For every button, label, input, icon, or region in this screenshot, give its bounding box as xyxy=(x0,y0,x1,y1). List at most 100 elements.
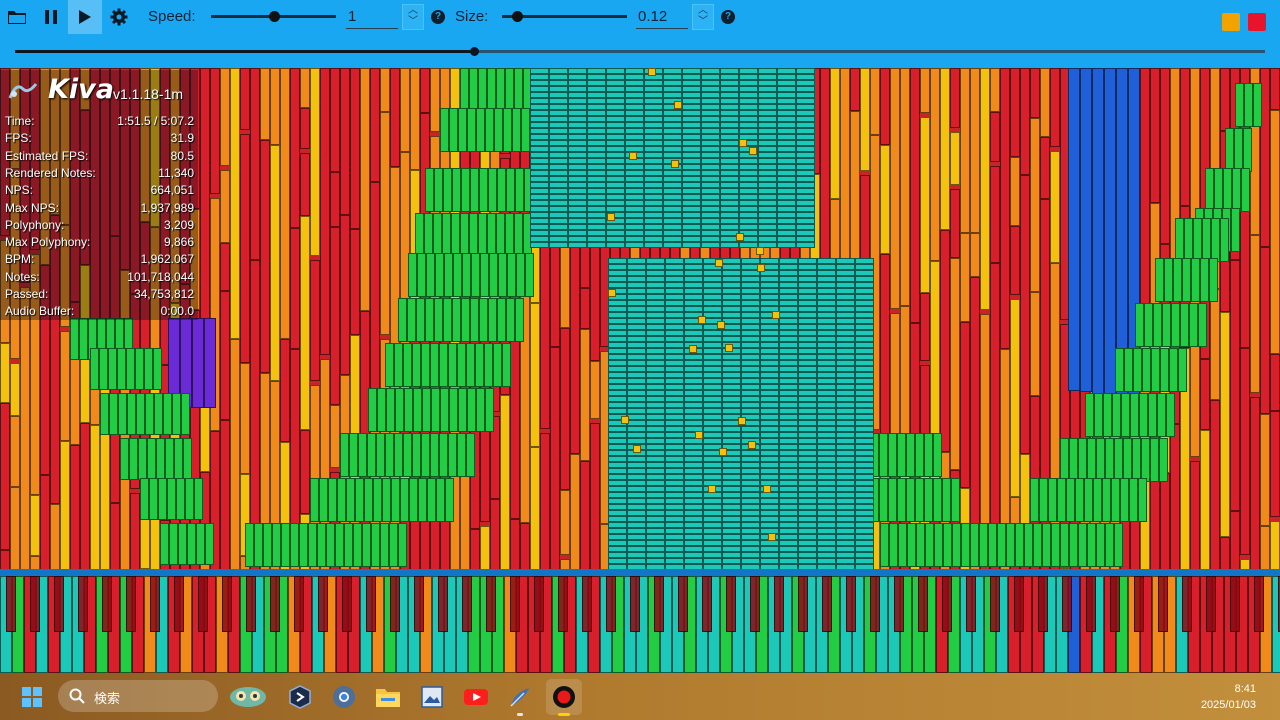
open-file-button[interactable] xyxy=(0,0,34,34)
note xyxy=(879,478,888,522)
note xyxy=(320,68,330,355)
note xyxy=(621,416,629,424)
piano-key-black xyxy=(198,576,208,632)
note xyxy=(1210,289,1220,401)
feather-app-icon xyxy=(510,688,529,707)
note xyxy=(118,393,127,435)
note xyxy=(337,478,346,522)
note xyxy=(990,262,1000,560)
piano-key-black xyxy=(1086,576,1096,632)
taskbar-app-feather[interactable] xyxy=(502,679,538,716)
note xyxy=(880,68,890,146)
stat-label: Passed: xyxy=(5,287,49,301)
note xyxy=(1114,438,1123,482)
taskbar-clock[interactable]: 8:41 2025/01/03 xyxy=(1166,681,1256,713)
note xyxy=(418,478,427,522)
pause-button[interactable] xyxy=(34,0,68,34)
taskbar-app-dev[interactable] xyxy=(282,679,318,715)
note xyxy=(149,478,158,520)
note xyxy=(512,108,521,152)
note xyxy=(210,68,220,194)
note xyxy=(165,438,174,480)
speed-input[interactable]: 1 xyxy=(346,5,398,29)
play-icon xyxy=(79,10,91,24)
settings-button[interactable] xyxy=(102,0,136,34)
size-help-icon[interactable]: ? xyxy=(721,10,735,24)
note xyxy=(1190,460,1200,573)
note xyxy=(757,264,765,272)
note xyxy=(1205,168,1214,212)
stat-label: Rendered Notes: xyxy=(5,165,96,180)
note xyxy=(317,523,326,567)
note xyxy=(1010,157,1020,226)
note xyxy=(90,425,100,573)
note xyxy=(1200,429,1210,573)
note xyxy=(1184,218,1193,262)
note xyxy=(698,316,706,324)
note xyxy=(1234,128,1243,172)
start-button[interactable] xyxy=(14,679,50,715)
taskbar-app-recorder[interactable] xyxy=(546,679,582,716)
note xyxy=(404,388,413,432)
note xyxy=(310,260,320,381)
speed-label: Speed: xyxy=(148,8,196,25)
piano-key-black xyxy=(318,576,328,632)
stat-row: Estimated FPS: 80.5 xyxy=(5,149,194,166)
taskbar-app-file-explorer[interactable] xyxy=(370,679,406,715)
taskbar-app-photos[interactable] xyxy=(414,679,450,715)
note xyxy=(1214,168,1223,212)
note xyxy=(990,165,1000,263)
note xyxy=(196,523,205,565)
piano-key-black xyxy=(414,576,424,632)
note xyxy=(1105,438,1114,482)
note xyxy=(410,68,420,171)
color-swatch-red[interactable] xyxy=(1248,13,1266,31)
size-stepper[interactable]: ︿ ﹀ xyxy=(692,4,714,30)
taskbar-search[interactable]: 検索 xyxy=(58,680,218,712)
note xyxy=(30,495,40,556)
gear-icon xyxy=(110,8,128,26)
note xyxy=(470,168,479,212)
note xyxy=(400,68,410,153)
note xyxy=(470,298,479,342)
taskbar-widget[interactable] xyxy=(226,679,270,715)
speed-slider-thumb[interactable] xyxy=(268,11,280,22)
note xyxy=(178,523,187,565)
note xyxy=(1010,225,1020,295)
note xyxy=(270,144,280,381)
note xyxy=(430,433,439,477)
note xyxy=(462,253,471,297)
note xyxy=(1244,83,1253,127)
seek-bar-thumb[interactable] xyxy=(469,47,479,56)
note xyxy=(439,433,448,477)
note xyxy=(717,321,725,329)
note xyxy=(1139,393,1148,437)
note xyxy=(950,189,960,258)
note xyxy=(300,152,310,216)
color-swatch-orange[interactable] xyxy=(1222,13,1240,31)
note xyxy=(153,348,162,390)
speed-stepper[interactable]: ︿ ﹀ xyxy=(402,4,424,30)
note xyxy=(370,181,380,411)
note xyxy=(924,433,933,477)
note xyxy=(488,168,497,212)
note xyxy=(1093,478,1102,522)
note xyxy=(1033,523,1042,567)
note xyxy=(460,213,469,257)
note xyxy=(1030,292,1040,397)
note xyxy=(380,68,390,113)
note xyxy=(386,388,395,432)
note xyxy=(403,343,412,387)
note xyxy=(290,228,300,349)
size-slider-thumb[interactable] xyxy=(512,11,523,22)
stat-value: 11,340 xyxy=(158,165,194,180)
dev-app-icon xyxy=(289,685,311,709)
play-button[interactable] xyxy=(68,0,102,34)
taskbar-app-youtube[interactable] xyxy=(458,679,494,715)
note xyxy=(580,328,590,462)
note xyxy=(412,343,421,387)
taskbar-app-chrome[interactable] xyxy=(326,679,362,715)
speed-help-icon[interactable]: ? xyxy=(431,10,445,24)
note xyxy=(340,215,350,375)
size-input[interactable]: 0.12 xyxy=(636,5,688,29)
